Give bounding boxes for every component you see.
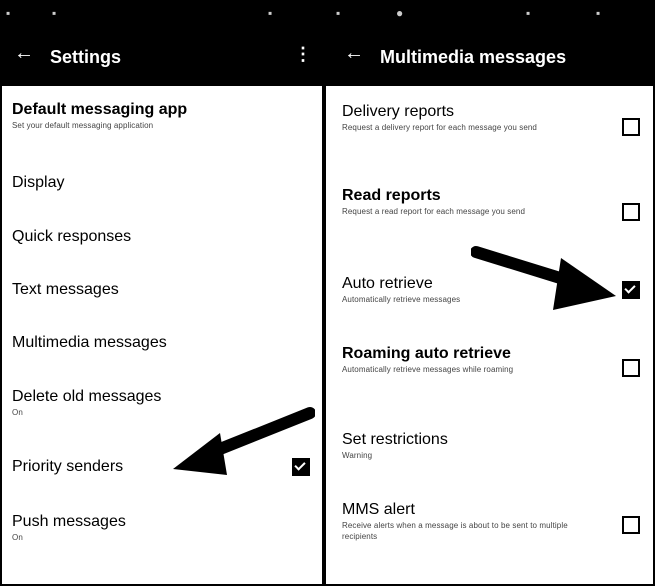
screenshot-border (0, 0, 655, 586)
